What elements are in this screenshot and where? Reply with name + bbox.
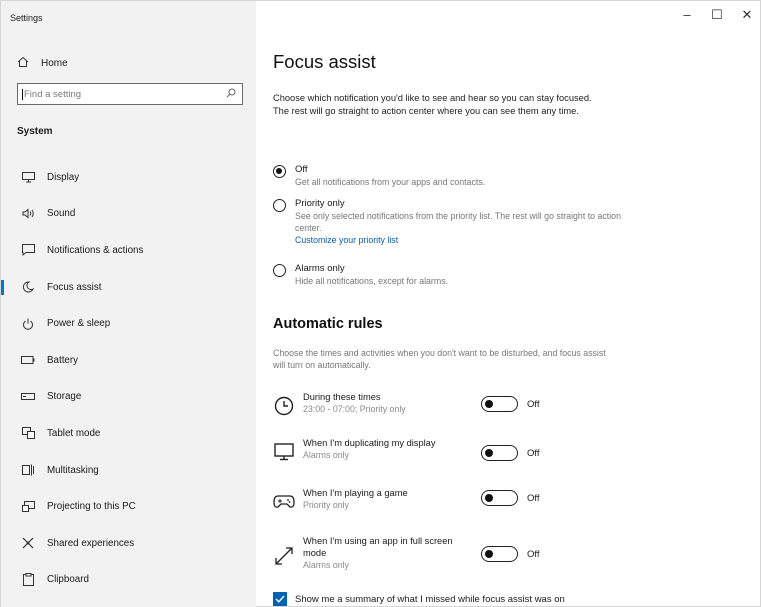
toggle-during-times[interactable] [481, 396, 518, 412]
sidebar-item-sound[interactable]: Sound [1, 196, 256, 233]
sidebar-item-label: Focus assist [47, 281, 102, 293]
sidebar-item-power-sleep[interactable]: Power & sleep [1, 305, 256, 342]
battery-icon [21, 353, 35, 367]
option-off[interactable]: Off Get all notifications from your apps… [273, 164, 635, 188]
rule-name: When I'm playing a game [303, 488, 408, 498]
section-label: System [17, 126, 53, 137]
toggle-playing-game[interactable] [481, 490, 518, 506]
search-icon [226, 88, 236, 101]
radio-priority-only[interactable] [273, 199, 286, 212]
sidebar: Settings Home Find a setting System Disp… [1, 1, 256, 607]
rule-playing-game[interactable]: When I'm playing a game Priority only Off [273, 487, 633, 527]
sidebar-nav: Display Sound Notifications & actions Fo… [1, 159, 256, 598]
fullscreen-icon [273, 545, 295, 567]
speaker-icon [21, 207, 35, 221]
toggle-state: Off [527, 493, 540, 504]
minimize-button[interactable]: – [677, 7, 697, 22]
sidebar-item-storage[interactable]: Storage [1, 379, 256, 416]
search-placeholder: Find a setting [22, 88, 82, 100]
clipboard-icon [21, 573, 35, 587]
monitor-icon [21, 170, 35, 184]
sidebar-item-label: Storage [47, 391, 82, 403]
option-label: Off [295, 164, 308, 175]
toggle-state: Off [527, 399, 540, 410]
sidebar-item-label: Power & sleep [47, 318, 111, 330]
sidebar-item-label: Battery [47, 354, 79, 366]
rule-name: During these times [303, 392, 381, 402]
rule-sub: Priority only [303, 500, 349, 510]
search-input[interactable]: Find a setting [17, 83, 243, 105]
automatic-rules-title: Automatic rules [273, 316, 383, 332]
option-desc: See only selected notifications from the… [295, 211, 621, 233]
storage-icon [21, 390, 35, 404]
option-label: Priority only [295, 198, 345, 209]
sidebar-item-tablet-mode[interactable]: Tablet mode [1, 415, 256, 452]
summary-checkbox[interactable] [273, 592, 287, 606]
sidebar-item-multitasking[interactable]: Multitasking [1, 452, 256, 489]
rule-sub: Alarms only [303, 560, 349, 570]
toggle-duplicating-display[interactable] [481, 445, 518, 461]
option-desc: Hide all notifications, except for alarm… [295, 276, 449, 286]
rule-during-times[interactable]: During these times 23:00 - 07:00; Priorit… [273, 391, 633, 431]
sidebar-item-battery[interactable]: Battery [1, 342, 256, 379]
summary-checkbox-row[interactable]: Show me a summary of what I missed while… [273, 592, 565, 606]
moon-icon [21, 280, 35, 294]
option-label: Alarms only [295, 263, 345, 274]
sidebar-item-display[interactable]: Display [1, 159, 256, 196]
toggle-state: Off [527, 549, 540, 560]
rule-name: When I'm using an app in full screen mod… [303, 536, 453, 558]
sidebar-item-projecting[interactable]: Projecting to this PC [1, 488, 256, 525]
sidebar-item-label: Projecting to this PC [47, 501, 136, 513]
sidebar-item-focus-assist[interactable]: Focus assist [1, 269, 256, 306]
sidebar-item-label: Display [47, 171, 80, 183]
sidebar-item-clipboard[interactable]: Clipboard [1, 562, 256, 599]
rule-sub: Alarms only [303, 450, 349, 460]
option-alarms-only[interactable]: Alarms only Hide all notifications, exce… [273, 263, 635, 287]
shared-icon [21, 536, 35, 550]
settings-window: Settings Home Find a setting System Disp… [0, 0, 761, 607]
gamepad-icon [273, 491, 295, 513]
projector-icon [21, 500, 35, 514]
rule-duplicating-display[interactable]: When I'm duplicating my display Alarms on… [273, 437, 633, 477]
rule-full-screen[interactable]: When I'm using an app in full screen mod… [273, 535, 633, 581]
sidebar-item-label: Shared experiences [47, 537, 135, 549]
display-icon [273, 441, 295, 463]
maximize-button[interactable]: ☐ [707, 7, 727, 23]
automatic-rules-desc: Choose the times and activities when you… [273, 348, 606, 370]
sidebar-item-label: Sound [47, 208, 76, 220]
close-button[interactable]: ✕ [737, 7, 757, 23]
radio-off[interactable] [273, 165, 286, 178]
app-title: Settings [10, 13, 43, 23]
option-desc: Get all notifications from your apps and… [295, 177, 486, 187]
sidebar-item-label: Multitasking [47, 464, 99, 476]
tablet-icon [21, 426, 35, 440]
sidebar-item-label: Notifications & actions [47, 244, 144, 256]
home-label: Home [41, 57, 68, 69]
rule-name: When I'm duplicating my display [303, 438, 436, 448]
sidebar-item-shared-experiences[interactable]: Shared experiences [1, 525, 256, 562]
sidebar-item-notifications[interactable]: Notifications & actions [1, 232, 256, 269]
multitasking-icon [21, 463, 35, 477]
toggle-state: Off [527, 448, 540, 459]
radio-alarms-only[interactable] [273, 264, 286, 277]
summary-checkbox-label: Show me a summary of what I missed while… [295, 593, 565, 605]
home-icon [17, 56, 29, 71]
sidebar-home[interactable]: Home [17, 55, 68, 71]
customize-priority-link[interactable]: Customize your priority list [295, 234, 635, 247]
clock-icon [273, 395, 295, 417]
sidebar-item-label: Clipboard [47, 574, 89, 586]
page-title: Focus assist [273, 51, 376, 72]
notification-icon [21, 243, 35, 257]
toggle-full-screen[interactable] [481, 546, 518, 562]
intro-text: Choose which notification you'd like to … [273, 93, 592, 116]
option-priority-only[interactable]: Priority only See only selected notifica… [273, 198, 635, 247]
power-icon [21, 317, 35, 331]
sidebar-item-label: Tablet mode [47, 427, 101, 439]
rule-sub: 23:00 - 07:00; Priority only [303, 404, 406, 414]
